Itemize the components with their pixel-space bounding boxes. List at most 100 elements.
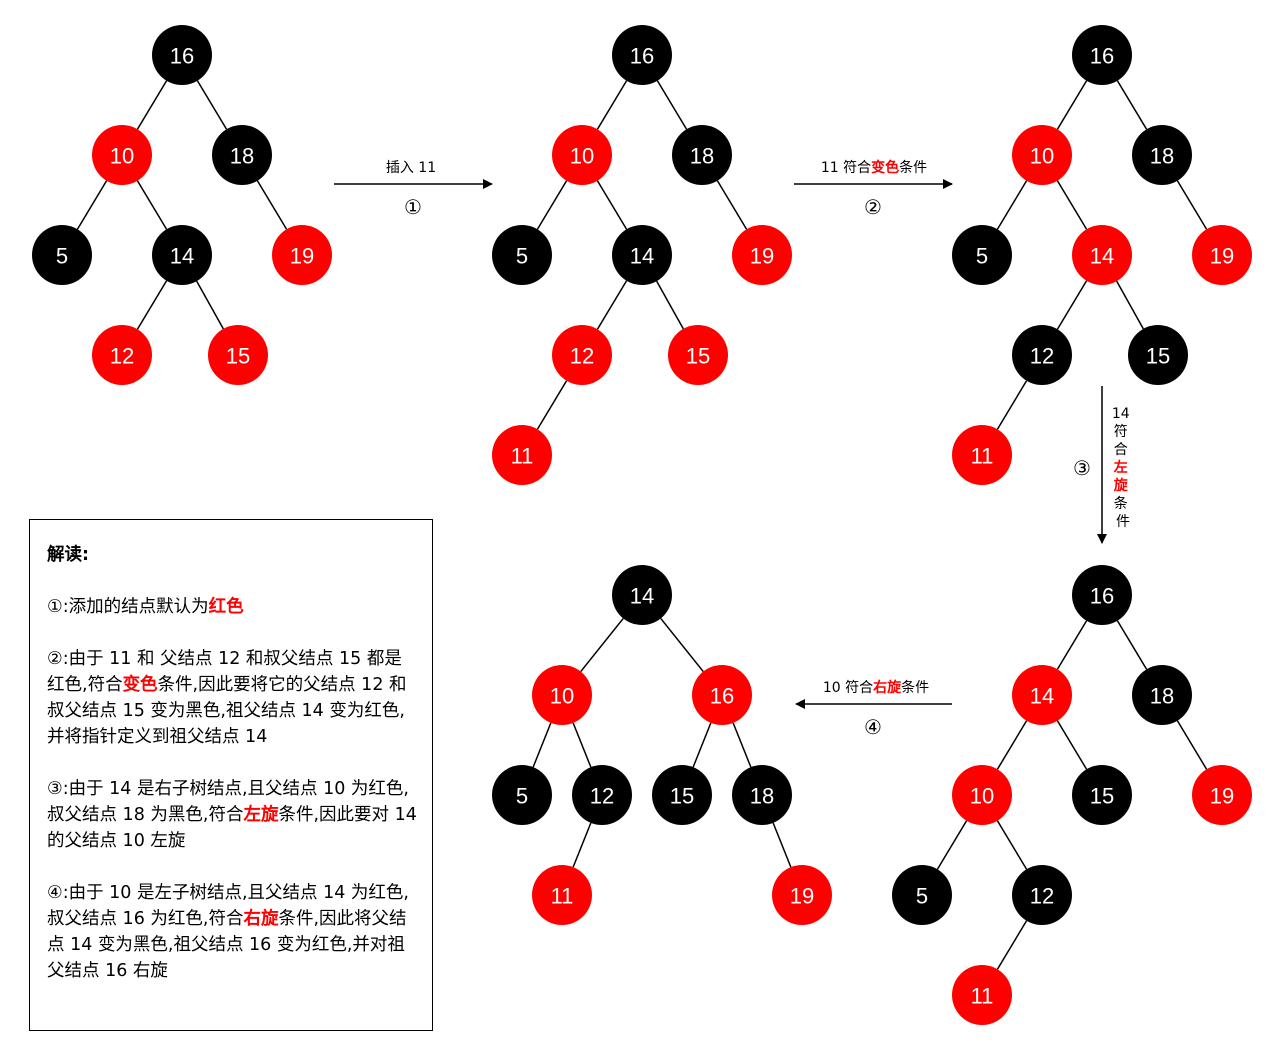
tree-3-edge xyxy=(1116,80,1148,130)
explanation-box: 解读: ①:添加的结点默认为红色 ②:由于 11 和 父结点 12 和叔父结点 … xyxy=(29,519,433,1031)
step-1-number: ① xyxy=(404,195,422,219)
tree-5-node-11: 11 xyxy=(532,865,592,925)
node-label: 11 xyxy=(971,444,994,469)
tree-3-edge xyxy=(1056,280,1088,330)
tree-2-node-14: 14 xyxy=(612,225,672,285)
tree-4-node-5: 5 xyxy=(892,865,952,925)
step-2-number: ② xyxy=(864,195,882,219)
tree-1-edge xyxy=(136,180,168,230)
tree-3-edge xyxy=(996,380,1028,430)
tree-1-node-15: 15 xyxy=(208,325,268,385)
node-label: 5 xyxy=(916,884,928,909)
tree-3-edge xyxy=(1116,280,1144,330)
tree-5-node-15: 15 xyxy=(652,765,712,825)
tree-2-edge xyxy=(536,380,568,430)
node-label: 19 xyxy=(1210,244,1234,269)
tree-5-node-12: 12 xyxy=(572,765,632,825)
node-label: 10 xyxy=(550,684,574,709)
tree-2-edge xyxy=(716,180,748,230)
step-3-arrow: 14 符 合 左 旋 条 件 ③ xyxy=(1073,386,1130,544)
step-1-arrow: 插入 11 ① xyxy=(334,160,493,219)
node-label: 18 xyxy=(690,144,714,169)
tree-2-node-19: 19 xyxy=(732,225,792,285)
tree-1-edge xyxy=(76,180,108,230)
node-label: 10 xyxy=(110,144,134,169)
tree-1-node-18: 18 xyxy=(212,125,272,185)
explanation-step-2: ②:由于 11 和 父结点 12 和叔父结点 15 都是红色,符合变色条件,因此… xyxy=(47,649,407,747)
tree-3-node-14: 14 xyxy=(1072,225,1132,285)
tree-4-node-16: 16 xyxy=(1072,565,1132,625)
step-2-label: 11 符合变色条件 xyxy=(821,159,927,176)
node-label: 18 xyxy=(1150,684,1174,709)
tree-3-node-15: 15 xyxy=(1128,325,1188,385)
tree-5-edge xyxy=(572,722,592,768)
tree-4-edge xyxy=(1176,720,1208,770)
tree-4-node-12: 12 xyxy=(1012,865,1072,925)
tree-1-node-16: 16 xyxy=(152,25,212,85)
tree-4-node-19: 19 xyxy=(1192,765,1252,825)
tree-5-node-16: 16 xyxy=(692,665,752,725)
node-label: 14 xyxy=(1090,244,1114,269)
step-4-label: 10 符合右旋条件 xyxy=(823,679,929,696)
tree-1-edge xyxy=(136,280,168,330)
tree-3-edge xyxy=(1176,180,1208,230)
tree-4-node-18: 18 xyxy=(1132,665,1192,725)
tree-3-node-12: 12 xyxy=(1012,325,1072,385)
node-label: 12 xyxy=(1030,344,1054,369)
step-4-arrow: 10 符合右旋条件 ④ xyxy=(795,679,952,739)
node-label: 15 xyxy=(686,344,710,369)
node-label: 16 xyxy=(630,44,654,69)
tree-2-edge xyxy=(596,280,628,330)
tree-2-edge xyxy=(656,280,684,330)
tree-4-edge xyxy=(1056,720,1088,770)
tree-5-node-5: 5 xyxy=(492,765,552,825)
tree-2-node-5: 5 xyxy=(492,225,552,285)
tree-3-edge xyxy=(1056,80,1088,130)
step-3-number: ③ xyxy=(1073,456,1091,480)
node-label: 19 xyxy=(1210,784,1234,809)
tree-3-node-19: 19 xyxy=(1192,225,1252,285)
tree-5-edge xyxy=(732,722,752,768)
node-label: 5 xyxy=(516,784,528,809)
node-label: 11 xyxy=(551,884,574,909)
tree-2-edge xyxy=(596,80,628,130)
tree-2-edge xyxy=(536,180,568,230)
node-label: 18 xyxy=(230,144,254,169)
tree-3-node-5: 5 xyxy=(952,225,1012,285)
node-label: 11 xyxy=(511,444,534,469)
tree-1-node-12: 12 xyxy=(92,325,152,385)
tree-4-edge xyxy=(996,820,1028,870)
node-label: 19 xyxy=(750,244,774,269)
node-label: 15 xyxy=(1146,344,1170,369)
node-label: 16 xyxy=(170,44,194,69)
node-label: 12 xyxy=(590,784,614,809)
tree-3-node-10: 10 xyxy=(1012,125,1072,185)
node-label: 18 xyxy=(750,784,774,809)
tree-5-edge xyxy=(772,822,792,868)
tree-2-node-12: 12 xyxy=(552,325,612,385)
node-label: 5 xyxy=(56,244,68,269)
node-label: 16 xyxy=(1090,584,1114,609)
node-label: 14 xyxy=(630,244,654,269)
node-label: 16 xyxy=(710,684,734,709)
tree-3-node-16: 16 xyxy=(1072,25,1132,85)
tree-1-node-19: 19 xyxy=(272,225,332,285)
tree-2-edge xyxy=(596,180,628,230)
tree-3-node-11: 11 xyxy=(952,425,1012,485)
tree-2-node-15: 15 xyxy=(668,325,728,385)
tree-2-edge xyxy=(656,80,688,130)
tree-4-edge xyxy=(996,720,1028,770)
tree-1-node-14: 14 xyxy=(152,225,212,285)
tree-3-edge xyxy=(1056,180,1088,230)
node-label: 14 xyxy=(630,584,654,609)
tree-4-node-14: 14 xyxy=(1012,665,1072,725)
tree-3-edge xyxy=(996,180,1028,230)
node-label: 14 xyxy=(170,244,194,269)
tree-4-node-11: 11 xyxy=(952,965,1012,1025)
tree-5-edge xyxy=(692,722,712,768)
node-label: 19 xyxy=(290,244,314,269)
tree-5-edge xyxy=(572,822,592,868)
node-label: 5 xyxy=(516,244,528,269)
node-label: 10 xyxy=(970,784,994,809)
node-label: 5 xyxy=(976,244,988,269)
